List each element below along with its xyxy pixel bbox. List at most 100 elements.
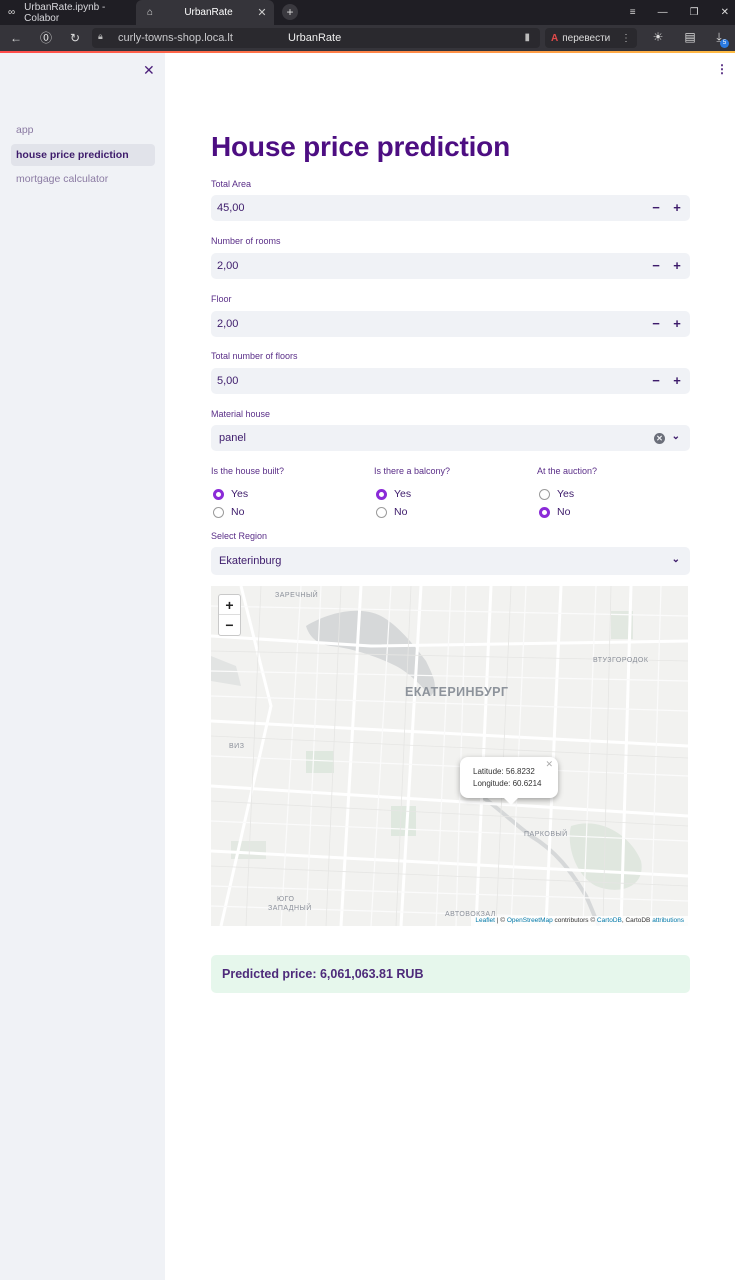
popup-latitude: Latitude: 56.8232: [473, 767, 535, 776]
floor-input[interactable]: 2,00 − +: [211, 311, 690, 337]
close-sidebar-icon[interactable]: ✕: [143, 62, 155, 79]
radio-option-yes[interactable]: Yes: [374, 485, 534, 503]
sidebar: ✕ app house price prediction mortgage ca…: [0, 53, 165, 1280]
chevron-down-icon[interactable]: ⌄: [672, 554, 680, 565]
back-icon[interactable]: ←: [8, 30, 24, 46]
decrement-button[interactable]: −: [649, 199, 663, 217]
yandex-icon[interactable]: ⓪: [38, 30, 54, 46]
region-label: Select Region: [211, 531, 268, 541]
url-text: curly-towns-shop.loca.lt: [118, 32, 233, 44]
document-icon[interactable]: ▤: [682, 30, 698, 46]
colab-icon: ∞: [8, 7, 16, 18]
home-icon: ⌂: [146, 7, 154, 18]
chevron-down-icon[interactable]: ⌄: [672, 431, 680, 442]
tab-colab[interactable]: ∞ UrbanRate.ipynb - Colabor: [0, 0, 135, 25]
radio-unselected-icon: [376, 506, 387, 518]
map-label-yugo: ЮГО: [277, 896, 295, 903]
decrement-button[interactable]: −: [649, 372, 663, 390]
download-badge: 5: [720, 39, 729, 48]
house-built-radio-group: Is the house built? Yes No: [211, 466, 371, 521]
radio-label: No: [394, 506, 408, 518]
new-tab-button[interactable]: +: [282, 4, 298, 20]
radio-selected-icon: [376, 488, 387, 500]
input-value: 2,00: [217, 318, 239, 330]
total-floors-label: Total number of floors: [211, 351, 298, 361]
increment-button[interactable]: +: [670, 315, 684, 333]
radio-option-yes[interactable]: Yes: [537, 485, 697, 503]
attribution-text: , CartoDB: [621, 917, 653, 924]
window-controls: ≡ — ❐ ✕: [630, 0, 729, 25]
radio-option-yes[interactable]: Yes: [211, 485, 371, 503]
region-select[interactable]: Ekaterinburg ⌄: [211, 547, 690, 575]
decrement-button[interactable]: −: [649, 257, 663, 275]
popup-longitude: Longitude: 60.6214: [473, 779, 542, 788]
popup-close-icon[interactable]: ✕: [545, 759, 553, 770]
radio-option-no[interactable]: No: [374, 503, 534, 521]
zoom-in-button[interactable]: +: [219, 595, 240, 615]
radio-label: Yes: [231, 488, 249, 500]
sidebar-item-app[interactable]: app: [11, 119, 155, 141]
rooms-input[interactable]: 2,00 − +: [211, 253, 690, 279]
close-tab-icon[interactable]: ✕: [254, 6, 270, 19]
material-select[interactable]: panel ✕ ⌄: [211, 425, 690, 451]
input-value: 2,00: [217, 260, 239, 272]
translate-more-icon[interactable]: ⋮: [621, 33, 631, 44]
rooms-label: Number of rooms: [211, 236, 281, 246]
main-menu-icon[interactable]: ⋮: [716, 62, 728, 76]
increment-button[interactable]: +: [670, 199, 684, 217]
map-roads: [211, 586, 688, 926]
translate-button[interactable]: A перевести ⋮: [545, 28, 637, 48]
select-value: Ekaterinburg: [219, 555, 282, 567]
attribution-text: contributors ©: [552, 917, 597, 924]
close-window-icon[interactable]: ✕: [721, 7, 729, 18]
menu-icon[interactable]: ≡: [630, 7, 636, 18]
zoom-out-button[interactable]: −: [219, 615, 240, 635]
radio-group-label: Is the house built?: [211, 466, 285, 476]
increment-button[interactable]: +: [670, 372, 684, 390]
decrement-button[interactable]: −: [649, 315, 663, 333]
sidebar-item-mortgage-calculator[interactable]: mortgage calculator: [11, 168, 155, 190]
map-label-city: ЕКАТЕРИНБУРГ: [405, 685, 509, 699]
total-floors-input[interactable]: 5,00 − +: [211, 368, 690, 394]
translate-label: перевести: [562, 32, 611, 44]
radio-option-no[interactable]: No: [537, 503, 697, 521]
radio-option-no[interactable]: No: [211, 503, 371, 521]
attributions-link[interactable]: attributions: [652, 917, 684, 924]
leaflet-link[interactable]: Leaflet: [475, 917, 495, 924]
select-value: panel: [219, 432, 246, 444]
input-value: 45,00: [217, 202, 245, 214]
region-map[interactable]: + − ЗАРЕЧНЫЙ ВТУЗГОРОДОК ЕКАТЕРИНБУРГ ВИ…: [211, 586, 688, 926]
total-area-input[interactable]: 45,00 − +: [211, 195, 690, 221]
radio-group-label: At the auction?: [537, 466, 598, 476]
lightbulb-icon[interactable]: ☀: [650, 30, 666, 46]
auction-radio-group: At the auction? Yes No: [537, 466, 697, 521]
cartodb-link[interactable]: CartoDB: [597, 917, 622, 924]
osm-link[interactable]: OpenStreetMap: [507, 917, 553, 924]
increment-button[interactable]: +: [670, 257, 684, 275]
tab-urbanrate[interactable]: ⌂ UrbanRate ✕: [136, 0, 274, 25]
map-label-zarechny: ЗАРЕЧНЫЙ: [275, 592, 319, 599]
predicted-price-text: Predicted price: 6,061,063.81 RUB: [222, 967, 424, 981]
reload-icon[interactable]: ↻: [67, 30, 83, 46]
map-zoom-control: + −: [218, 594, 241, 636]
tab-title: UrbanRate.ipynb - Colabor: [24, 1, 106, 24]
url-field[interactable]: 🔒︎ curly-towns-shop.loca.lt UrbanRate ▮: [92, 28, 540, 48]
input-value: 5,00: [217, 375, 239, 387]
radio-unselected-icon: [539, 488, 550, 500]
material-label: Material house: [211, 409, 271, 419]
sidebar-nav: app house price prediction mortgage calc…: [11, 119, 155, 193]
bookmark-icon[interactable]: ▮: [524, 32, 530, 43]
map-label-zapadny: ЗАПАДНЫЙ: [268, 905, 312, 912]
floor-label: Floor: [211, 294, 232, 304]
translate-icon: A: [551, 32, 559, 44]
attribution-text: | ©: [494, 917, 507, 924]
balcony-radio-group: Is there a balcony? Yes No: [374, 466, 534, 521]
download-icon[interactable]: ⤓ 5: [711, 30, 729, 48]
radio-label: No: [557, 506, 571, 518]
clear-icon[interactable]: ✕: [654, 433, 665, 444]
restore-icon[interactable]: ❐: [690, 7, 699, 18]
sidebar-item-house-price-prediction[interactable]: house price prediction: [11, 143, 155, 166]
radio-selected-icon: [539, 506, 550, 518]
minimize-icon[interactable]: —: [658, 7, 668, 18]
radio-unselected-icon: [213, 506, 224, 518]
